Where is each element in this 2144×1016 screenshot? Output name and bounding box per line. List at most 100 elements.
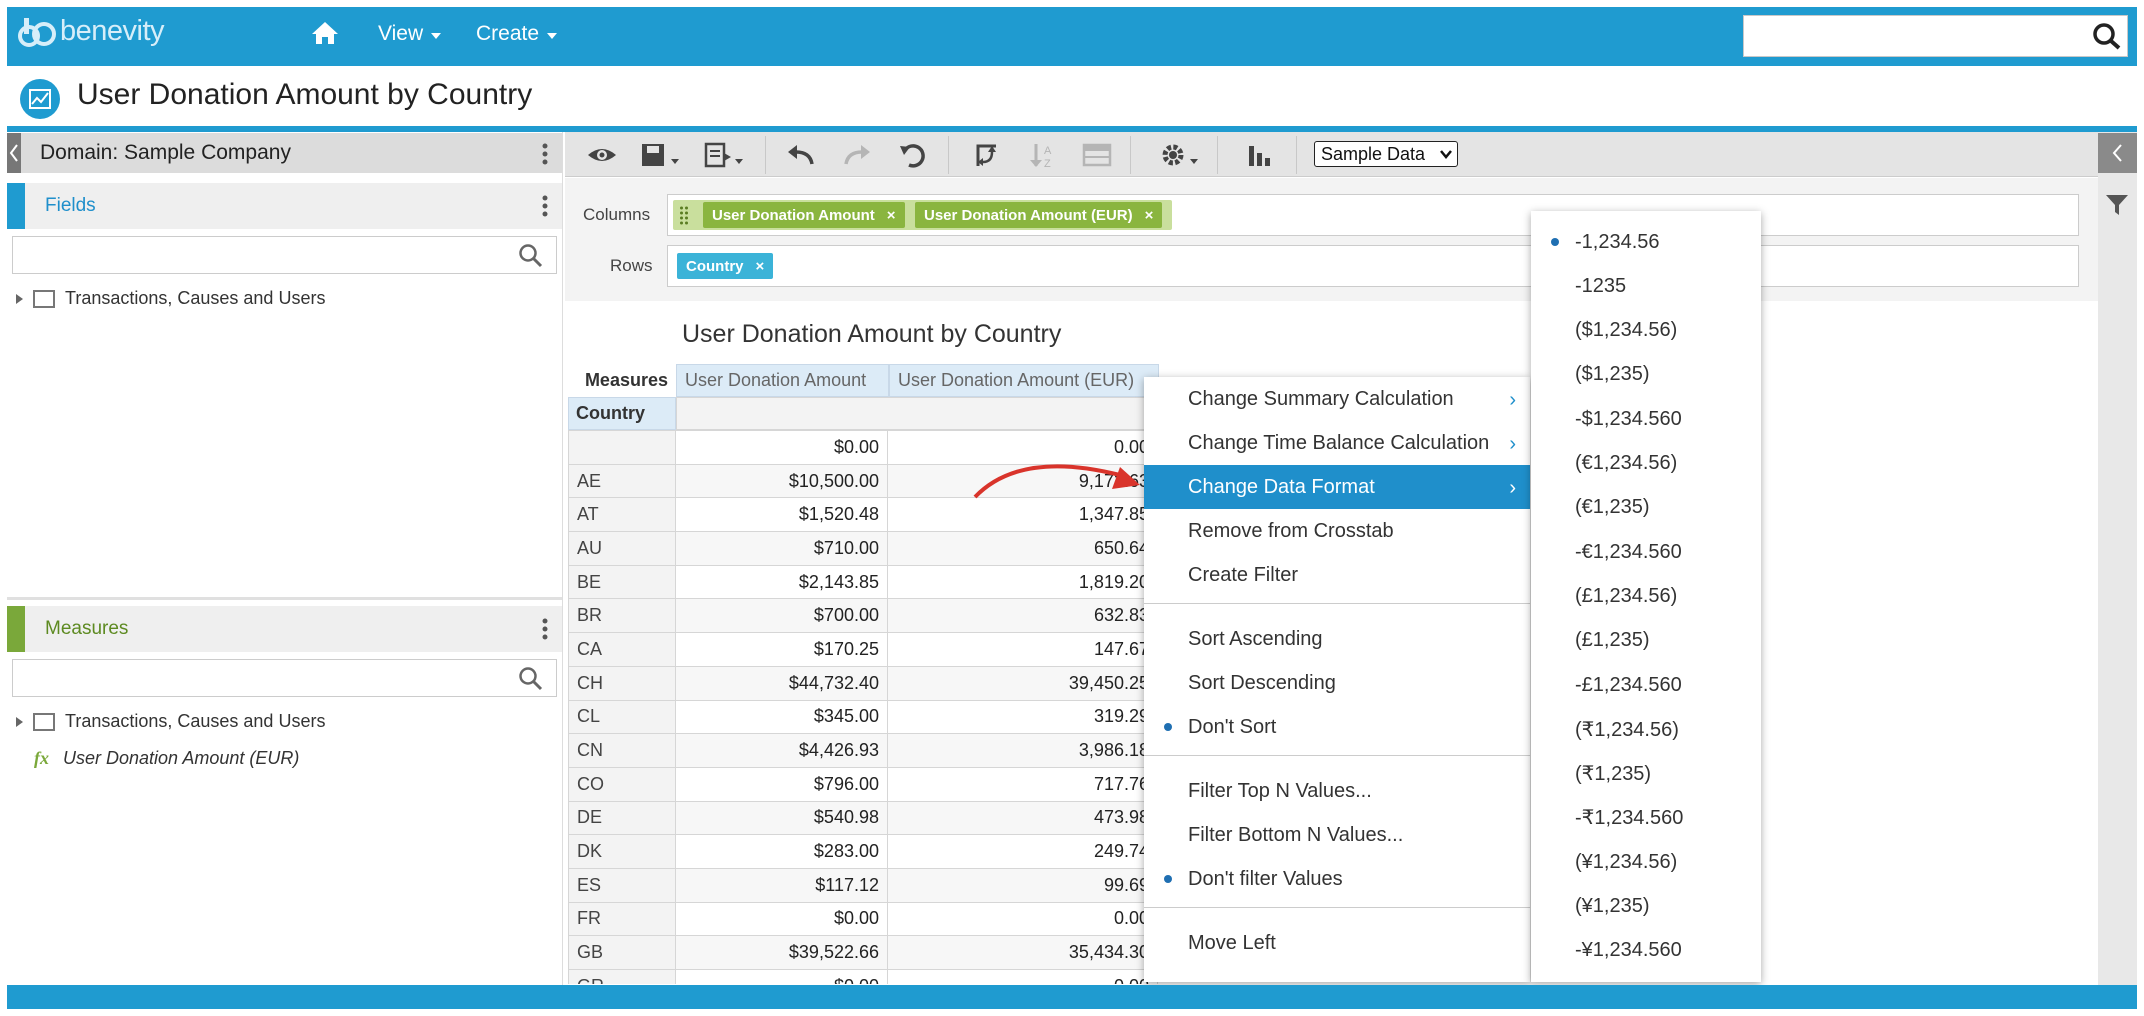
row-header-cell[interactable]: DK [568,834,676,869]
collapse-left-panel-button[interactable] [7,133,21,173]
calculated-field-item[interactable]: fx User Donation Amount (EUR) [34,748,299,769]
pivot-icon[interactable] [970,140,1004,170]
global-search-input[interactable] [1743,15,2128,57]
menu-item-change-time-balance-calculation[interactable]: Change Time Balance Calculation › [1144,421,1530,465]
format-option[interactable]: (¥1,234.56) [1531,840,1761,884]
benevity-logo[interactable]: benevity [18,14,165,48]
format-option[interactable]: -₹1,234.560 [1531,796,1761,840]
format-option[interactable]: (£1,235) [1531,619,1761,663]
format-option[interactable]: (€1,234.56) [1531,442,1761,486]
menu-item-create-filter[interactable]: Create Filter [1144,553,1530,597]
search-icon[interactable] [518,666,544,692]
amount-cell: $2,143.85 [675,564,888,600]
expand-triangle-icon[interactable] [16,293,23,304]
drag-handle-icon[interactable] [679,204,689,226]
format-option[interactable]: -€1,234.560 [1531,530,1761,574]
format-option[interactable]: (₹1,235) [1531,752,1761,796]
format-option[interactable]: -¥1,234.560 [1531,929,1761,973]
row-header-cell[interactable]: FR [568,901,676,937]
filter-icon[interactable] [2104,192,2130,218]
remove-pill-icon[interactable]: × [887,207,896,224]
fields-tree-item[interactable]: Transactions, Causes and Users [16,285,325,309]
export-icon[interactable] [702,140,750,170]
format-option[interactable]: ($1,235) [1531,353,1761,397]
row-header-cell[interactable]: ES [568,867,676,903]
search-icon[interactable] [2092,22,2122,50]
row-header-cell[interactable] [568,430,676,465]
search-icon[interactable] [518,243,544,269]
table-icon[interactable] [1080,140,1114,170]
crosstab-table: $0.00 0.00 AE $10,500.00 9,173.63 AT $1,520.48… [568,430,1158,984]
redo-icon[interactable] [840,140,874,170]
column-pill-user-donation-amount[interactable]: User Donation Amount × [703,202,905,228]
menu-item-sort-ascending[interactable]: Sort Ascending [1144,617,1530,661]
row-header-cell[interactable]: BE [568,564,676,600]
data-source-select[interactable]: Sample Data [1314,141,1458,167]
format-option[interactable]: (£1,234.56) [1531,574,1761,618]
undo-icon[interactable] [784,140,818,170]
eye-icon[interactable] [585,140,619,170]
row-pill-country[interactable]: Country × [677,253,774,279]
crosstab-body: $0.00 0.00 AE $10,500.00 9,173.63 AT $1,520.48… [568,430,1159,984]
panel-divider[interactable] [7,597,562,600]
row-header-cell[interactable]: AT [568,497,676,533]
format-option[interactable]: -$1,234.560 [1531,397,1761,441]
format-option[interactable]: -1235 [1531,264,1761,308]
rows-drop-zone[interactable] [667,245,2079,287]
menu-item-remove-from-crosstab[interactable]: Remove from Crosstab [1144,509,1530,553]
home-icon[interactable] [311,20,339,46]
crosstab-title: User Donation Amount by Country [682,320,1062,348]
sort-icon[interactable]: AZ [1026,140,1060,170]
menu-item-filter-bottom-n-values[interactable]: Filter Bottom N Values... [1144,813,1530,857]
row-header-cell[interactable]: CH [568,665,676,701]
row-header-cell[interactable]: GR [568,969,676,984]
undo-all-icon[interactable] [896,140,930,170]
create-menu[interactable]: Create [476,22,558,46]
row-header-cell[interactable]: CA [568,632,676,667]
row-header-cell[interactable]: DE [568,800,676,836]
column-header-user-donation-amount-eur[interactable]: User Donation Amount (EUR) [889,364,1159,397]
format-option[interactable]: (¥1,235) [1531,885,1761,929]
menu-item-sort-descending[interactable]: Sort Descending [1144,661,1530,705]
column-header-user-donation-amount[interactable]: User Donation Amount [676,364,889,397]
measures-header[interactable]: Measures [7,606,562,652]
fields-menu-icon[interactable] [537,193,553,219]
remove-pill-icon[interactable]: × [756,258,765,275]
menu-item-dont-filter-values[interactable]: Don't filter Values [1144,857,1530,901]
fields-search-input[interactable] [12,236,557,274]
format-option[interactable]: (€1,235) [1531,486,1761,530]
format-option[interactable]: -1,234.56 [1531,220,1761,264]
menu-separator [1144,907,1530,908]
menu-item-change-summary-calculation[interactable]: Change Summary Calculation › [1144,377,1530,421]
column-pill-user-donation-amount-eur[interactable]: User Donation Amount (EUR) × [915,202,1163,228]
menu-item-filter-top-n-values[interactable]: Filter Top N Values... [1144,769,1530,813]
menu-item-dont-sort[interactable]: Don't Sort [1144,705,1530,749]
amount-eur-cell: 3,986.18 [887,733,1158,768]
save-icon[interactable] [638,140,686,170]
row-header-cell[interactable]: CN [568,733,676,768]
fields-header[interactable]: Fields [7,183,562,229]
measures-search-input[interactable] [12,659,557,697]
row-header-cell[interactable]: GB [568,935,676,970]
expand-triangle-icon[interactable] [16,716,23,727]
row-header-cell[interactable]: CO [568,766,676,802]
view-menu[interactable]: View [378,22,442,46]
format-option[interactable]: ($1,234.56) [1531,309,1761,353]
bar-chart-icon[interactable] [1242,140,1276,170]
page-title: User Donation Amount by Country [77,78,533,111]
row-axis-header[interactable]: Country [568,397,676,430]
menu-item-change-data-format[interactable]: Change Data Format › [1144,465,1530,509]
format-option[interactable]: -£1,234.560 [1531,663,1761,707]
collapse-right-panel-button[interactable] [2098,133,2137,173]
row-header-cell[interactable]: BR [568,598,676,634]
row-header-cell[interactable]: AU [568,531,676,566]
remove-pill-icon[interactable]: × [1145,207,1154,224]
row-header-cell[interactable]: CL [568,699,676,735]
measures-tree-item[interactable]: Transactions, Causes and Users [16,708,325,732]
menu-item-move-left[interactable]: Move Left [1144,921,1530,965]
row-header-cell[interactable]: AE [568,463,676,499]
gear-icon[interactable] [1158,140,1204,170]
measures-menu-icon[interactable] [537,616,553,642]
format-option[interactable]: (₹1,234.56) [1531,707,1761,751]
domain-menu-icon[interactable] [537,141,553,167]
